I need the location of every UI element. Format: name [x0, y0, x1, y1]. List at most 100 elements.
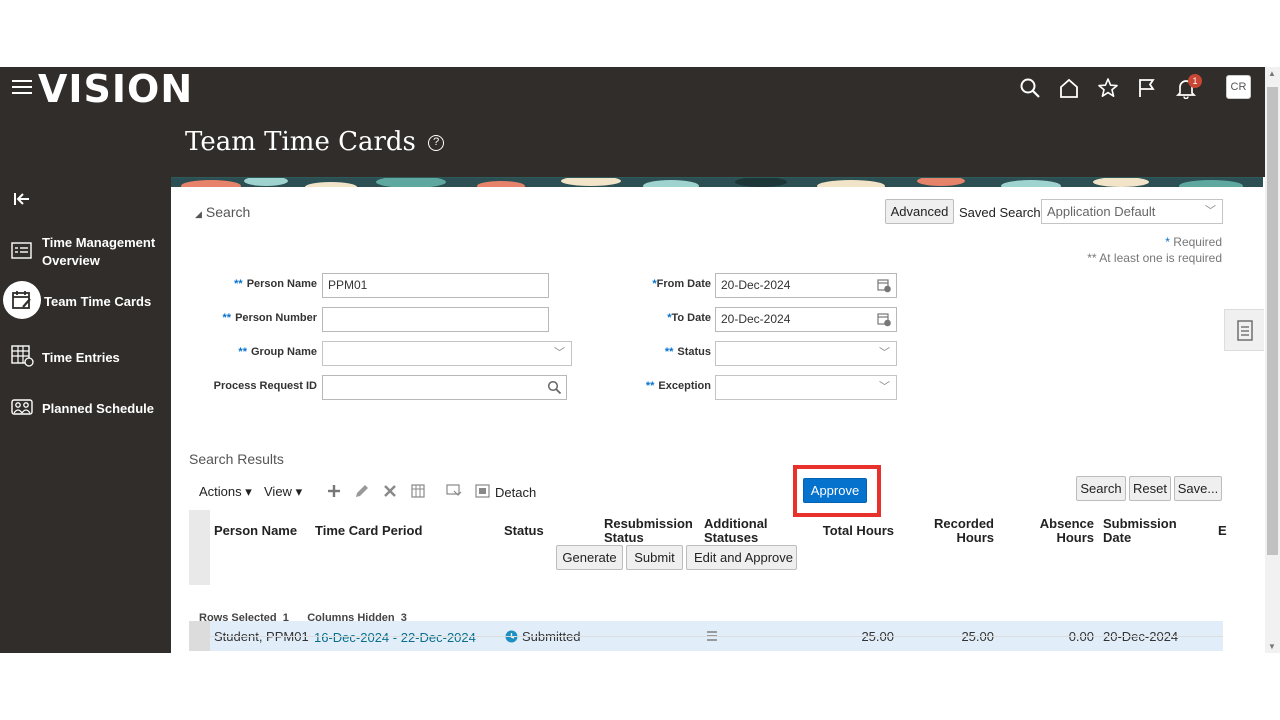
column-header-time-card-period[interactable]: Time Card Period [315, 524, 422, 538]
actions-menu[interactable]: Actions ▾ [199, 484, 252, 500]
column-header-resubmission-status[interactable]: Resubmission Status [604, 517, 693, 545]
edit-pencil-icon[interactable] [353, 482, 371, 500]
header-line: Additional [704, 516, 768, 531]
search-icon[interactable] [547, 380, 562, 395]
page-title-container: Team Time Cards ? [185, 125, 445, 159]
calendar-icon[interactable] [877, 312, 891, 327]
submit-button[interactable]: Submit [626, 545, 683, 570]
sidebar: Time Management Overview Team Time Cards… [0, 177, 171, 653]
person-number-input[interactable] [322, 307, 549, 332]
search-section-toggle[interactable]: ◢ Search [195, 204, 250, 220]
cell-absence-hours: 0.00 [1068, 629, 1094, 644]
column-header-absence-hours[interactable]: Absence Hours [1009, 517, 1094, 545]
column-header-additional-statuses[interactable]: Additional Statuses [704, 517, 768, 545]
approve-highlight-box [793, 465, 881, 517]
sidebar-item-time-entries[interactable]: Time Entries [0, 343, 171, 371]
page-scrollbar-thumb[interactable] [1267, 87, 1278, 555]
search-icon[interactable] [1019, 77, 1041, 99]
generate-button[interactable]: Generate [556, 545, 623, 570]
advanced-button-label: Advanced [890, 204, 949, 219]
column-header-overflow[interactable]: E [1218, 524, 1227, 538]
to-date-value: 20-Dec-2024 [721, 312, 791, 326]
home-icon[interactable] [1058, 77, 1080, 99]
notification-badge[interactable]: 1 [1188, 74, 1202, 88]
from-date-label-text: From Date [656, 278, 711, 290]
search-button[interactable]: Search [1076, 476, 1126, 501]
saved-search-select[interactable]: Application Default ﹀ [1041, 199, 1223, 224]
at-least-one-mark: ** [222, 312, 232, 324]
status-select[interactable]: ﹀ [715, 341, 897, 366]
group-name-select[interactable]: ﹀ [322, 341, 572, 366]
person-name-label: ** Person Name [201, 278, 317, 290]
exception-select[interactable]: ﹀ [715, 375, 897, 400]
freeze-columns-icon[interactable] [410, 482, 428, 500]
required-note: * Required [1165, 235, 1222, 249]
view-menu[interactable]: View ▾ [264, 484, 302, 500]
team-time-cards-icon [10, 288, 34, 312]
column-header-person-name[interactable]: Person Name [214, 524, 297, 538]
scroll-up-arrow-icon[interactable]: ▲ [1268, 69, 1276, 78]
sidebar-item-label: Time Entries [42, 350, 120, 365]
from-date-input[interactable]: 20-Dec-2024 [715, 273, 897, 298]
edit-and-approve-button[interactable]: Edit and Approve [686, 545, 797, 570]
save-search-button[interactable]: Save... [1174, 476, 1222, 501]
status-label-text: Status [677, 346, 711, 358]
app-window: VISION 1 CR Team Time Cards ? Time Manag… [0, 67, 1280, 653]
at-least-one-mark: ** [234, 278, 243, 290]
actions-menu-label: Actions [199, 484, 242, 499]
collapse-sidebar-icon[interactable] [13, 191, 31, 207]
search-results-title: Search Results [189, 451, 284, 467]
header-line: Absence [1039, 516, 1094, 531]
advanced-button[interactable]: Advanced [885, 199, 954, 224]
scroll-down-arrow-icon[interactable]: ▼ [1268, 642, 1276, 651]
detach-button[interactable]: Detach [495, 485, 536, 500]
flag-icon[interactable] [1136, 77, 1158, 99]
main-content: ◢ Search Advanced Saved Search Applicatio… [171, 187, 1265, 653]
add-icon[interactable] [325, 482, 343, 500]
sidebar-item-time-management-overview[interactable]: Time Management Overview [0, 231, 171, 271]
to-date-input[interactable]: 20-Dec-2024 [715, 307, 897, 332]
star-icon[interactable] [1097, 77, 1119, 99]
header-line: Recorded [934, 516, 994, 531]
delete-x-icon[interactable] [381, 482, 399, 500]
wrap-icon[interactable] [445, 482, 463, 500]
header-line: Hours [956, 530, 994, 545]
sidebar-item-planned-schedule[interactable]: Planned Schedule [0, 394, 171, 422]
chevron-down-icon: ﹀ [554, 347, 565, 359]
calendar-icon[interactable] [877, 278, 891, 293]
exception-label-text: Exception [658, 380, 711, 392]
cell-person-name: Student, PPM01 [214, 629, 309, 644]
collapse-triangle-icon: ◢ [195, 209, 202, 219]
cell-time-card-period-link[interactable]: 16-Dec-2024 - 22-Dec-2024 [314, 631, 476, 645]
person-number-label-text: Person Number [235, 312, 317, 324]
side-panel-tab[interactable] [1224, 309, 1264, 351]
column-header-status[interactable]: Status [504, 524, 544, 538]
person-name-label-text: Person Name [246, 278, 317, 290]
column-header-recorded-hours[interactable]: Recorded Hours [909, 517, 994, 545]
reset-button[interactable]: Reset [1129, 476, 1171, 501]
sidebar-item-team-time-cards[interactable]: Team Time Cards [0, 281, 171, 321]
brand-logo[interactable]: VISION [38, 67, 193, 111]
additional-statuses-list-icon[interactable] [705, 629, 719, 646]
hamburger-menu-icon[interactable] [12, 80, 32, 96]
process-request-id-input[interactable] [322, 375, 567, 400]
person-name-input[interactable]: PPM01 [322, 273, 549, 298]
view-menu-label: View [264, 484, 292, 499]
user-avatar[interactable]: CR [1226, 75, 1251, 99]
exception-label: ** Exception [611, 380, 711, 392]
column-header-submission-date[interactable]: Submission Date [1103, 517, 1177, 545]
help-icon[interactable]: ? [428, 135, 445, 151]
page-scrollbar[interactable]: ▲ ▼ [1265, 67, 1280, 653]
column-header-total-hours[interactable]: Total Hours [799, 524, 894, 538]
header-line: Status [604, 530, 644, 545]
sidebar-item-label: Time Management Overview [42, 235, 156, 268]
detach-icon[interactable] [474, 482, 492, 500]
process-request-id-label: Process Request ID [213, 380, 317, 392]
at-least-one-note: ** At least one is required [1087, 251, 1222, 265]
dropdown-arrow-icon: ▾ [295, 484, 303, 499]
header-line: Resubmission [604, 516, 693, 531]
from-date-label: *From Date [611, 278, 711, 290]
from-date-value: 20-Dec-2024 [721, 278, 791, 292]
header-line: Hours [1056, 530, 1094, 545]
footer-divider [189, 636, 1223, 637]
